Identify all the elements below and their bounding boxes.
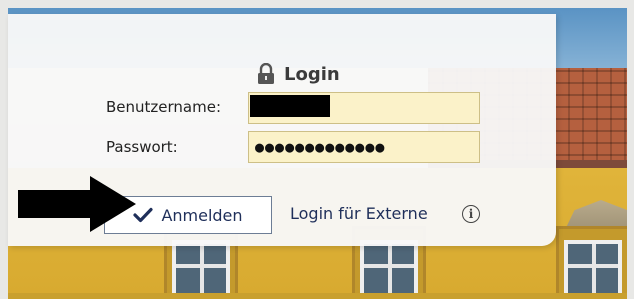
redaction-bar xyxy=(250,95,330,117)
username-field[interactable] xyxy=(248,92,480,124)
password-label: Passwort: xyxy=(106,138,178,156)
password-field[interactable] xyxy=(248,131,480,163)
building-window xyxy=(564,240,622,299)
lock-icon xyxy=(258,63,274,84)
username-label: Benutzername: xyxy=(106,98,222,116)
password-input[interactable] xyxy=(249,132,479,162)
screenshot-frame: Login Benutzername: Passwort: Anmelden L… xyxy=(0,0,634,299)
external-login-link[interactable]: Login für Externe xyxy=(290,204,428,223)
login-button-label: Anmelden xyxy=(161,205,243,225)
facade-base xyxy=(8,293,627,299)
login-title: Login xyxy=(284,63,340,85)
building-window xyxy=(360,240,418,299)
info-icon[interactable]: i xyxy=(462,205,480,223)
arrow-right-icon xyxy=(18,176,136,232)
login-heading: Login xyxy=(256,62,340,86)
building-window xyxy=(172,240,230,299)
